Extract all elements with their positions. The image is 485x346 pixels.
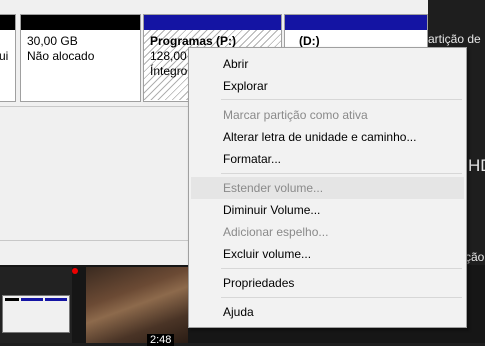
menu-item-estender-volume[interactable]: Estender volume... (191, 177, 464, 199)
menu-item-formatar[interactable]: Formatar... (191, 148, 464, 170)
menu-item-diminuir-volume[interactable]: Diminuir Volume... (191, 199, 464, 221)
volume-bar (285, 15, 427, 30)
menu-item-excluir-volume[interactable]: Excluir volume... (191, 243, 464, 265)
video-timestamp: 2:48 (147, 334, 175, 346)
menu-separator (221, 99, 462, 100)
volume-block-left[interactable]: ui (0, 14, 16, 102)
menu-separator (221, 297, 462, 298)
menu-item-marcar-particao-ativa[interactable]: Marcar partição como ativa (191, 104, 464, 126)
side-label-partition: artição de (428, 32, 481, 46)
volume-status: Não alocado (27, 49, 95, 63)
volume-status: ui (0, 49, 9, 63)
menu-item-explorar[interactable]: Explorar (191, 75, 464, 97)
menu-item-abrir[interactable]: Abrir (191, 53, 464, 75)
volume-text: ui (0, 30, 15, 68)
volume-bar (21, 15, 140, 30)
volume-block-unallocated[interactable]: 30,00 GB Não alocado (20, 14, 141, 102)
side-label-hd: HD (468, 156, 485, 175)
menu-item-adicionar-espelho[interactable]: Adicionar espelho... (191, 221, 464, 243)
mini-bar (21, 298, 43, 301)
side-label-cao: ção (465, 250, 485, 264)
volume-bar (0, 15, 15, 30)
menu-item-ajuda[interactable]: Ajuda (191, 301, 464, 323)
thumbnail-preview (2, 295, 70, 333)
menu-separator (221, 173, 462, 174)
progress-dot (72, 268, 78, 274)
video-thumbnail[interactable] (0, 267, 72, 343)
mini-bar (45, 298, 67, 301)
context-menu: Abrir Explorar Marcar partição como ativ… (188, 47, 467, 328)
volume-text: 30,00 GB Não alocado (21, 30, 140, 68)
menu-item-propriedades[interactable]: Propriedades (191, 272, 464, 294)
video-thumbnail[interactable] (86, 267, 188, 343)
menu-separator (221, 268, 462, 269)
menu-item-alterar-letra[interactable]: Alterar letra de unidade e caminho... (191, 126, 464, 148)
volume-size: 30,00 GB (27, 34, 78, 48)
mini-bar (5, 298, 19, 301)
volume-bar (144, 15, 281, 30)
